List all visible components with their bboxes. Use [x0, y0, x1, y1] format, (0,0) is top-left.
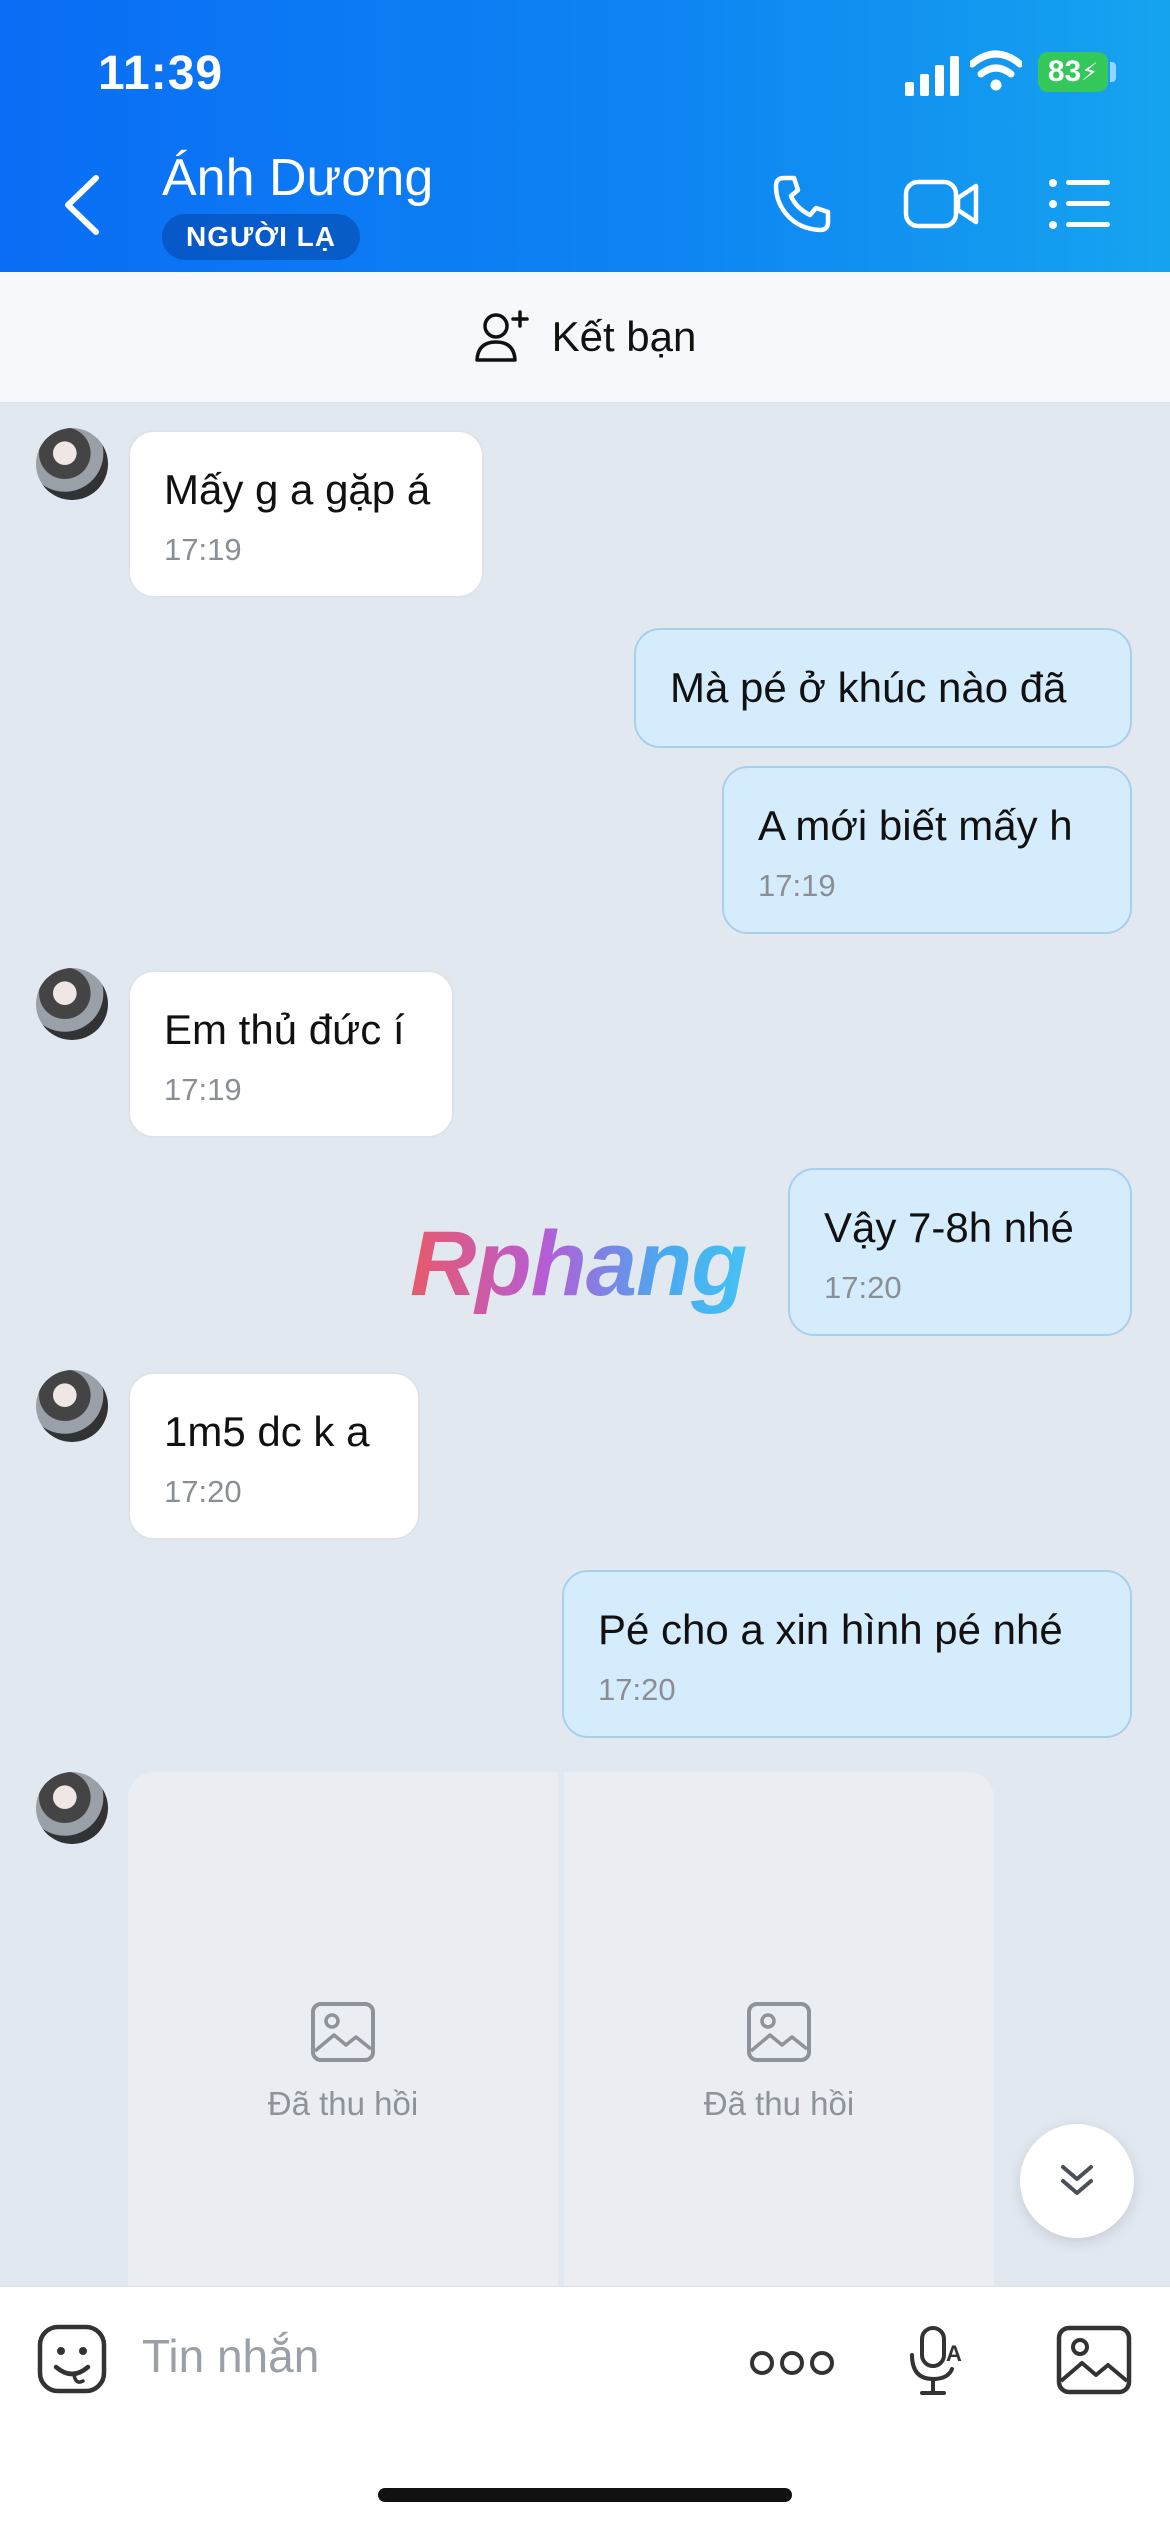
message-text: A mới biết mấy h — [758, 802, 1073, 849]
message-time: 17:20 — [824, 1270, 902, 1305]
message-bubble[interactable]: A mới biết mấy h 17:19 — [722, 766, 1132, 934]
message-bubble[interactable]: Vậy 7-8h nhé 17:20 — [788, 1168, 1132, 1336]
message-bubble[interactable]: Pé cho a xin hình pé nhé 17:20 — [562, 1570, 1132, 1738]
emoji-icon[interactable] — [36, 2323, 108, 2395]
more-dots-icon[interactable] — [750, 2349, 834, 2377]
video-camera-icon[interactable] — [902, 172, 980, 236]
recalled-image[interactable]: Đã thu hồi — [564, 1772, 994, 2292]
chat-header: 11:39 83 ⚡ Ánh Dương NGƯỜI LẠ — [0, 0, 1170, 272]
recalled-label: Đã thu hồi — [703, 2085, 855, 2122]
add-person-icon — [474, 310, 529, 362]
microphone-icon[interactable]: A — [906, 2325, 966, 2397]
recalled-image[interactable]: Đã thu hồi — [128, 1772, 558, 2292]
image-icon[interactable] — [1056, 2325, 1132, 2395]
message-text: Mà pé ở khúc nào đã — [670, 664, 1067, 711]
add-friend-label: Kết bạn — [551, 313, 697, 360]
list-menu-icon[interactable] — [1048, 178, 1112, 230]
recalled-label: Đã thu hồi — [267, 2085, 419, 2122]
cellular-signal-icon — [905, 56, 959, 96]
message-time: 17:19 — [758, 868, 836, 903]
home-indicator — [378, 2488, 792, 2502]
scroll-down-button[interactable] — [1020, 2124, 1134, 2238]
contact-name[interactable]: Ánh Dương — [162, 148, 433, 208]
message-time: 17:20 — [164, 1474, 242, 1509]
message-time: 17:19 — [164, 532, 242, 567]
avatar[interactable] — [36, 428, 108, 500]
message-input[interactable]: Tin nhắn — [142, 2329, 319, 2383]
message-text: 1m5 dc k a — [164, 1408, 370, 1455]
phone-icon[interactable] — [770, 172, 834, 236]
message-time: 17:19 — [164, 1072, 242, 1107]
double-chevron-down-icon — [1061, 2165, 1093, 2195]
watermark-logo: Rphang — [410, 1213, 747, 1315]
message-bubble[interactable]: 1m5 dc k a 17:20 — [128, 1372, 420, 1540]
message-bubble[interactable]: Mấy g a gặp á 17:19 — [128, 430, 484, 598]
wifi-icon — [970, 50, 1022, 91]
message-text: Pé cho a xin hình pé nhé — [598, 1606, 1063, 1653]
message-text: Em thủ đức í — [164, 1006, 405, 1053]
avatar[interactable] — [36, 968, 108, 1040]
avatar[interactable] — [36, 1370, 108, 1442]
message-text: Vậy 7-8h nhé — [824, 1204, 1074, 1251]
image-placeholder-icon — [311, 2002, 375, 2062]
status-time: 11:39 — [98, 47, 224, 100]
add-friend-button[interactable]: Kết bạn — [0, 272, 1170, 403]
stranger-badge: NGƯỜI LẠ — [162, 214, 360, 260]
message-bubble[interactable]: Mà pé ở khúc nào đã — [634, 628, 1132, 748]
chevron-left-icon[interactable] — [58, 174, 108, 236]
svg-text:A: A — [946, 2341, 962, 2366]
battery-indicator: 83 ⚡ — [1038, 52, 1108, 92]
message-time: 17:20 — [598, 1672, 676, 1707]
message-bubble[interactable]: Em thủ đức í 17:19 — [128, 970, 454, 1138]
image-placeholder-icon — [747, 2002, 811, 2062]
battery-tip — [1110, 62, 1116, 82]
avatar[interactable] — [36, 1772, 108, 1844]
message-text: Mấy g a gặp á — [164, 466, 431, 513]
